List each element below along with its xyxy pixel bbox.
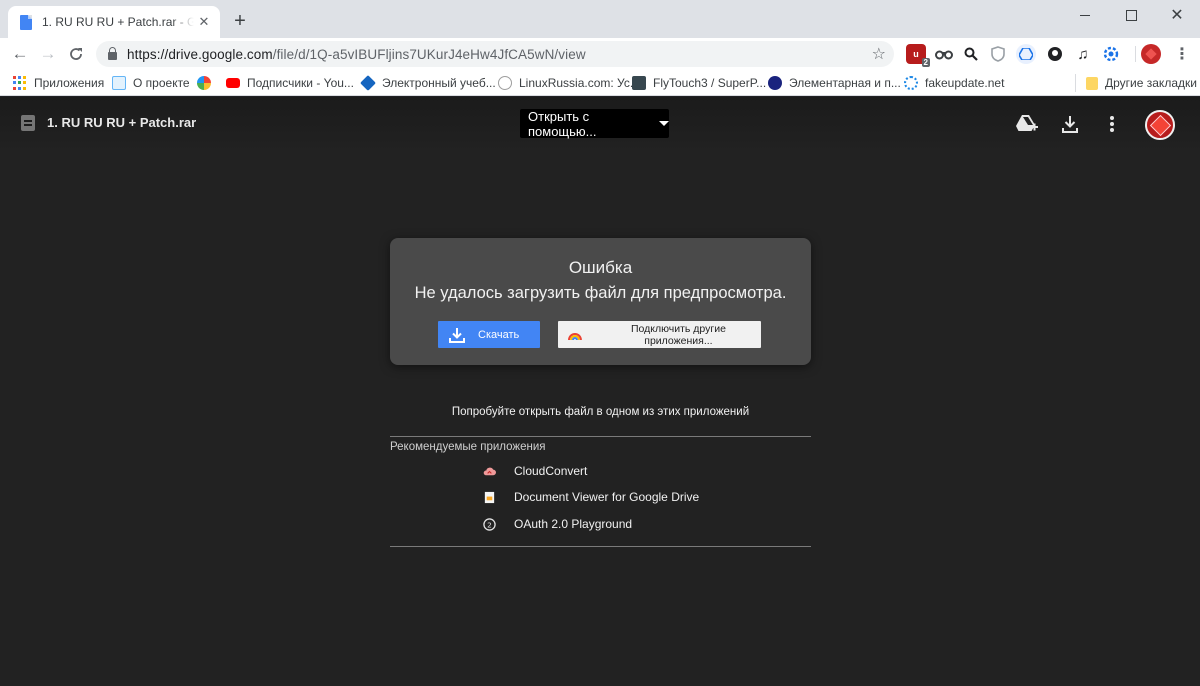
file-name: 1. RU RU RU + Patch.rar — [47, 115, 197, 130]
forward-button[interactable]: → — [36, 42, 60, 66]
lock-icon — [108, 47, 117, 60]
bookmarks-bar: Приложения О проекте Подписчики - You...… — [0, 70, 1200, 96]
bookmark-flytouch[interactable]: FlyTouch3 / SuperP... — [632, 74, 766, 92]
bookmark-textbook[interactable]: Электронный учеб... — [360, 74, 496, 92]
close-tab-icon[interactable]: ✕ — [196, 14, 212, 30]
reload-icon — [70, 48, 82, 60]
download-icon[interactable] — [1059, 113, 1081, 135]
close-window-button[interactable]: ✕ — [1154, 0, 1200, 30]
joomla-icon — [197, 76, 211, 90]
back-button[interactable]: ← — [8, 42, 32, 66]
bookmark-youtube[interactable]: Подписчики - You... — [226, 74, 354, 92]
viewer-header: 1. RU RU RU + Patch.rar Открыть с помощь… — [0, 97, 1200, 153]
shield-icon[interactable] — [988, 44, 1008, 64]
error-message: Не удалось загрузить файл для предпросмо… — [414, 284, 787, 302]
download-button[interactable]: Скачать — [438, 321, 540, 348]
bookmark-star-icon[interactable]: ☆ — [872, 44, 886, 64]
download-icon — [449, 327, 465, 343]
music-note-icon[interactable]: ♫ — [1073, 44, 1093, 64]
vpn-gear-icon[interactable] — [1101, 44, 1121, 64]
bookmark-linuxrussia[interactable]: LinuxRussia.com: Ус... — [498, 74, 640, 92]
maximize-button[interactable] — [1108, 0, 1154, 30]
bookmark-joomla[interactable] — [197, 74, 218, 92]
bookmark-apps[interactable]: Приложения — [13, 74, 104, 92]
caret-down-icon — [659, 121, 669, 126]
browser-tab[interactable]: 1. RU RU RU + Patch.rar - Google Drive ✕ — [8, 6, 220, 38]
connect-apps-button[interactable]: Подключить другие приложения... — [558, 321, 761, 348]
profile-avatar[interactable] — [1141, 44, 1161, 64]
app-item-document-viewer[interactable]: Document Viewer for Google Drive — [483, 488, 699, 506]
minimize-button[interactable] — [1062, 0, 1108, 30]
app-item-oauth-playground[interactable]: 2 OAuth 2.0 Playground — [483, 515, 632, 533]
binoculars-icon[interactable] — [934, 44, 954, 64]
document-icon — [484, 491, 495, 503]
new-tab-button[interactable]: + — [230, 9, 250, 33]
site-icon — [112, 76, 126, 90]
account-avatar[interactable] — [1145, 110, 1175, 140]
drive-extension-icon[interactable] — [1016, 44, 1036, 64]
bookmark-elementary[interactable]: Элементарная и п... — [768, 74, 901, 92]
bookmark-fakeupdate[interactable]: fakeupdate.net — [904, 74, 1004, 92]
folder-icon — [1086, 76, 1098, 90]
flytouch-icon — [632, 76, 646, 90]
divider — [390, 436, 811, 437]
divider — [390, 546, 811, 547]
open-with-button[interactable]: Открыть с помощью... — [520, 109, 669, 139]
magnifier-icon[interactable] — [961, 44, 981, 64]
apps-grid-icon — [13, 76, 27, 90]
loading-spinner-icon — [904, 76, 918, 90]
reload-button[interactable] — [64, 42, 88, 66]
url-text: https://drive.google.com/file/d/1Q-a5vIB… — [127, 46, 586, 62]
file-type-icon — [21, 115, 35, 131]
ublock-icon[interactable]: u2 — [906, 44, 930, 67]
recommended-apps-label: Рекомендуемые приложения — [390, 441, 546, 453]
browser-toolbar: ← → https://drive.google.com/file/d/1Q-a… — [0, 38, 1200, 70]
github-icon[interactable] — [1045, 44, 1065, 64]
wordpress-icon — [768, 76, 782, 90]
youtube-icon — [226, 78, 240, 88]
bookmark-other[interactable]: Другие закладки — [1075, 74, 1197, 92]
oauth-icon: 2 — [483, 517, 496, 531]
chrome-menu-icon[interactable]: ⋮ — [1172, 44, 1192, 64]
add-to-drive-icon[interactable] — [1016, 113, 1038, 135]
toolbar-separator — [1135, 46, 1136, 62]
svg-text:2: 2 — [487, 520, 492, 529]
error-title: Ошибка — [568, 258, 633, 277]
docs-file-icon — [20, 14, 32, 30]
linux-icon — [498, 76, 512, 90]
bookmark-about[interactable]: О проекте — [112, 74, 190, 92]
diamond-icon — [360, 75, 376, 91]
rainbow-icon — [568, 332, 582, 340]
error-card: Ошибка Не удалось загрузить файл для пре… — [390, 238, 811, 365]
cloud-icon — [483, 467, 496, 475]
try-apps-text: Попробуйте открыть файл в одном из этих … — [451, 406, 750, 418]
address-bar[interactable]: https://drive.google.com/file/d/1Q-a5vIB… — [96, 41, 894, 67]
app-item-cloudconvert[interactable]: CloudConvert — [483, 462, 587, 480]
more-options-icon[interactable] — [1101, 113, 1123, 135]
drive-viewer: 1. RU RU RU + Patch.rar Открыть с помощь… — [0, 97, 1200, 686]
browser-titlebar: 1. RU RU RU + Patch.rar - Google Drive ✕… — [0, 0, 1200, 38]
tab-title: 1. RU RU RU + Patch.rar - Google Drive — [42, 15, 194, 29]
